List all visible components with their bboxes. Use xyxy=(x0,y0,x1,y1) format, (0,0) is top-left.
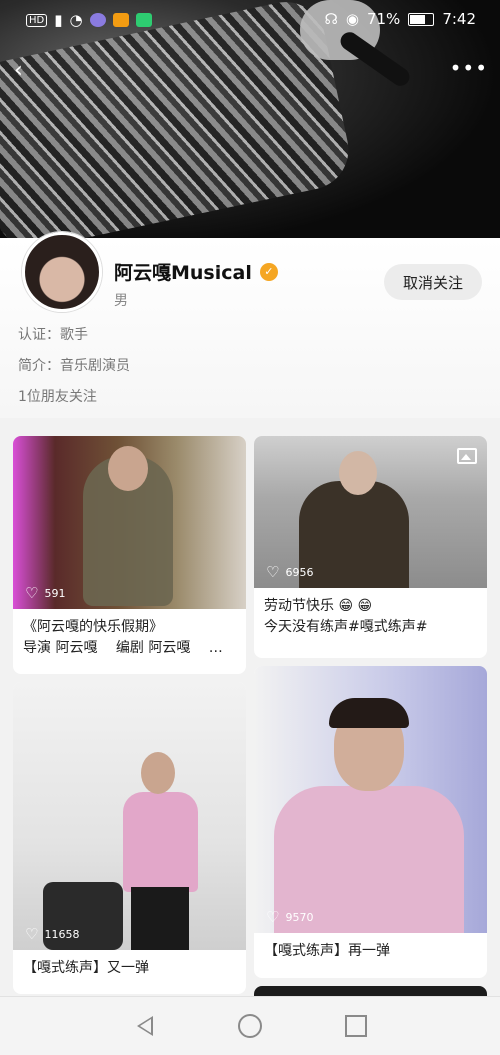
home-nav-icon[interactable] xyxy=(237,1013,263,1039)
more-options-icon[interactable]: ••• xyxy=(450,56,488,80)
unfollow-button[interactable]: 取消关注 xyxy=(384,264,482,300)
post-caption: 【嘎式练声】再一弹 xyxy=(254,933,487,962)
app1-icon xyxy=(89,13,106,27)
profile-bio: 简介：音乐剧演员 xyxy=(18,358,130,374)
clock: 7:42 xyxy=(442,10,476,28)
signal-icon: ▮ xyxy=(54,11,63,29)
profile-name: 阿云嘎Musical xyxy=(114,262,252,284)
profile-gender: 男 xyxy=(114,293,128,309)
post-likes: ♡ 11658 xyxy=(25,927,79,942)
caption-line: 《阿云嘎的快乐假期》 xyxy=(23,619,163,635)
post-image: ♡ 6956 xyxy=(254,436,487,588)
battery-percent: 71% xyxy=(366,10,401,28)
like-count: 591 xyxy=(44,587,66,600)
avatar[interactable] xyxy=(22,232,102,312)
app3-icon xyxy=(135,13,152,27)
profile-header: 阿云嘎Musical ✓ 男 取消关注 认证：歌手 简介：音乐剧演员 1位朋友关… xyxy=(0,232,500,418)
battery-icon xyxy=(408,12,435,26)
post-card[interactable]: ♡ 6956 劳动节快乐 😁 😁 今天没有练声#嘎式练声# xyxy=(254,436,487,658)
status-bar: HD ▮ ◔ ☊ ◉ 71% 7:42 xyxy=(0,0,500,40)
headphones-icon: ☊ xyxy=(324,10,338,28)
like-count: 9570 xyxy=(285,911,314,924)
eye-icon: ◉ xyxy=(345,10,359,28)
post-image: ♡ 591 xyxy=(13,436,246,609)
back-nav-icon[interactable] xyxy=(132,1013,158,1039)
post-caption: 《阿云嘎的快乐假期》 导演 阿云嘎 编剧 阿云嘎 … xyxy=(13,609,246,659)
back-icon[interactable]: ‹ xyxy=(14,58,23,83)
app2-icon xyxy=(112,13,129,27)
like-count: 11658 xyxy=(44,928,80,941)
like-count: 6956 xyxy=(285,566,314,579)
heart-icon[interactable]: ♡ xyxy=(266,910,279,925)
friends-following[interactable]: 1位朋友关注 xyxy=(18,386,97,406)
image-icon xyxy=(457,448,477,464)
recents-nav-icon[interactable] xyxy=(343,1013,369,1039)
post-likes: ♡ 591 xyxy=(25,586,65,601)
caption-line: 【嘎式练声】再一弹 xyxy=(264,943,390,959)
post-card[interactable]: ♡ 9570 【嘎式练声】再一弹 xyxy=(254,666,487,978)
post-caption: 劳动节快乐 😁 😁 今天没有练声#嘎式练声# xyxy=(254,588,487,638)
post-likes: ♡ 6956 xyxy=(266,565,313,580)
post-card[interactable]: ♡ 591 《阿云嘎的快乐假期》 导演 阿云嘎 编剧 阿云嘎 … xyxy=(13,436,246,674)
hd-icon: HD xyxy=(26,13,48,27)
verified-badge-icon: ✓ xyxy=(259,262,278,281)
caption-line: 劳动节快乐 😁 😁 xyxy=(264,598,373,614)
post-card[interactable]: ♡ 11658 【嘎式练声】又一弹 xyxy=(13,682,246,994)
post-image: ♡ 11658 xyxy=(13,682,246,950)
system-nav-bar xyxy=(0,996,500,1055)
wifi-icon: ◔ xyxy=(69,11,83,29)
profile-verification: 认证：歌手 xyxy=(18,327,88,343)
caption-line: 今天没有练声#嘎式练声# xyxy=(264,619,428,635)
post-caption: 【嘎式练声】又一弹 xyxy=(13,950,246,979)
heart-icon[interactable]: ♡ xyxy=(25,927,38,942)
heart-icon[interactable]: ♡ xyxy=(25,586,38,601)
heart-icon[interactable]: ♡ xyxy=(266,565,279,580)
post-image: ♡ 9570 xyxy=(254,666,487,933)
post-likes: ♡ 9570 xyxy=(266,910,313,925)
caption-line: 导演 阿云嘎 编剧 阿云嘎 … xyxy=(23,640,223,656)
caption-line: 【嘎式练声】又一弹 xyxy=(23,960,149,976)
